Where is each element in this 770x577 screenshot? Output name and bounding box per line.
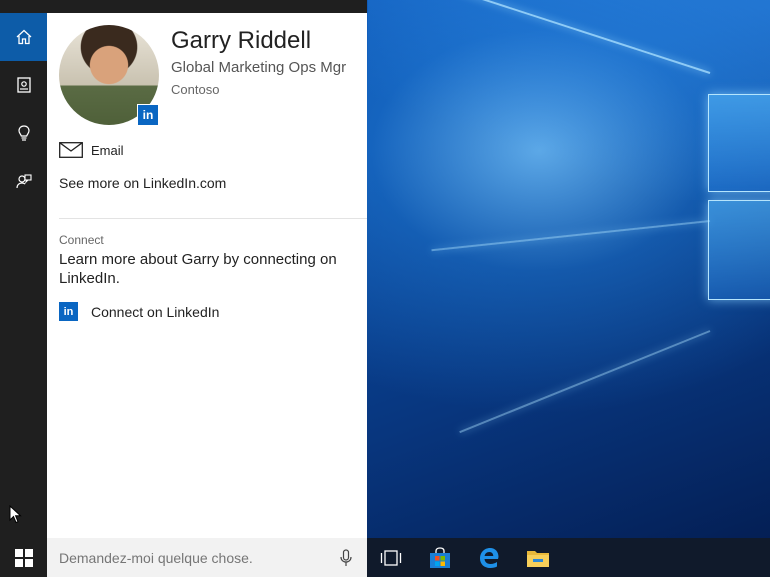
- task-view-icon: [380, 549, 402, 566]
- wallpaper-light-ray: [459, 330, 711, 434]
- notebook-button[interactable]: [0, 61, 47, 109]
- profile-name: Garry Riddell: [171, 27, 312, 54]
- start-button[interactable]: [0, 538, 47, 577]
- edge-browser-button[interactable]: [465, 538, 513, 577]
- connect-heading: Connect: [59, 233, 104, 247]
- microphone-icon[interactable]: [339, 549, 353, 567]
- linkedin-badge-icon: in: [137, 104, 159, 126]
- cortana-search-box[interactable]: [47, 538, 367, 577]
- file-explorer-button[interactable]: [514, 538, 562, 577]
- home-button[interactable]: [0, 13, 47, 61]
- email-label: Email: [91, 142, 124, 158]
- store-button[interactable]: [416, 538, 464, 577]
- mouse-pointer-icon: [9, 505, 22, 524]
- connect-description: Learn more about Garry by connecting on …: [59, 251, 337, 287]
- taskbar: [0, 538, 770, 577]
- edge-icon: [480, 547, 499, 568]
- linkedin-icon: in: [59, 302, 78, 321]
- connect-linkedin-button[interactable]: in Connect on LinkedIn: [59, 302, 219, 321]
- email-action[interactable]: Email: [59, 140, 124, 160]
- cortana-panel: in Garry Riddell Global Marketing Ops Mg…: [47, 13, 367, 538]
- wallpaper-window-pane: [708, 200, 770, 300]
- lightbulb-icon: [17, 125, 30, 141]
- cortana-rail: [0, 0, 47, 538]
- tips-button[interactable]: [0, 109, 47, 157]
- wallpaper-window-pane: [708, 94, 770, 192]
- divider: [59, 218, 367, 219]
- connect-linkedin-label: Connect on LinkedIn: [91, 303, 220, 320]
- task-view-button[interactable]: [367, 538, 415, 577]
- see-more-linkedin-link[interactable]: See more on LinkedIn.com: [59, 175, 226, 191]
- file-explorer-icon: [527, 550, 549, 567]
- windows-start-icon: [14, 548, 33, 567]
- search-input[interactable]: [57, 547, 331, 569]
- profile-job-title: Global Marketing Ops Mgr: [171, 59, 347, 76]
- profile-company: Contoso: [171, 82, 220, 97]
- wallpaper-light-ray: [431, 220, 711, 252]
- feedback-button[interactable]: [0, 157, 47, 205]
- feedback-icon: [15, 174, 32, 189]
- envelope-icon: [59, 142, 83, 158]
- cortana-top-bar: [0, 0, 367, 13]
- store-icon: [430, 546, 450, 568]
- home-icon: [16, 29, 31, 45]
- notebook-icon: [16, 77, 31, 93]
